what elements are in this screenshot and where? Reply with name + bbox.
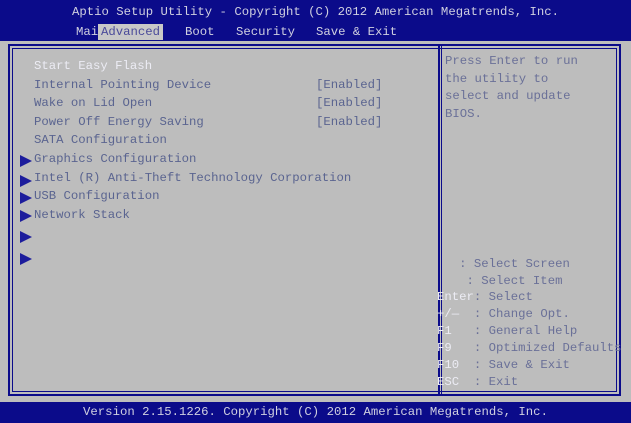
key-desc: : Select Screen — [437, 257, 570, 271]
tab-save-exit[interactable]: Save & Exit — [313, 24, 400, 40]
key-desc: : Select — [473, 290, 533, 304]
key-hint: F1 : General Help — [437, 324, 577, 338]
value-internal-pointing-device[interactable]: [Enabled] — [316, 78, 382, 92]
key-label: F10 — [437, 358, 460, 372]
key-desc: : Exit — [459, 375, 519, 389]
key-label: F9 — [437, 341, 452, 355]
tab-advanced[interactable]: Advanced — [98, 24, 164, 40]
submenu-arrow-icon — [20, 210, 32, 222]
key-label: ESC — [437, 375, 460, 389]
help-text: Press Enter to run the utility to select… — [445, 54, 578, 121]
key-desc: : General Help — [451, 324, 578, 338]
app-title: Aptio Setup Utility - Copyright (C) 2012… — [71, 5, 560, 19]
key-hint: F9 : Optimized Defaults — [437, 341, 622, 355]
header-bar: Aptio Setup Utility - Copyright (C) 2012… — [0, 0, 631, 41]
tab-boot[interactable]: Boot — [182, 24, 218, 40]
key-hint: Enter: Select — [437, 290, 533, 304]
menu-item-start-easy-flash[interactable]: Start Easy Flash — [34, 59, 152, 73]
key-desc: : Save & Exit — [459, 358, 570, 372]
submenu-arrow-icon — [20, 155, 32, 167]
submenu-arrow-icon — [20, 231, 32, 243]
key-desc: : Optimized Defaults — [451, 341, 622, 355]
tab-security[interactable]: Security — [233, 24, 298, 40]
key-label: Enter — [437, 290, 474, 304]
submenu-arrow-icon — [20, 192, 32, 204]
footer-version: Version 2.15.1226. Copyright (C) 2012 Am… — [0, 402, 631, 423]
key-desc: : Change Opt. — [459, 307, 570, 321]
menu-item-power-off-energy-saving[interactable]: Power Off Energy Saving — [34, 115, 204, 129]
menu-item-anti-theft[interactable]: Intel (R) Anti-Theft Technology Corporat… — [34, 171, 351, 185]
menu-item-graphics-configuration[interactable]: Graphics Configuration — [34, 152, 196, 166]
key-hint: : Select Screen — [437, 257, 570, 271]
key-hint: ESC : Exit — [437, 375, 518, 389]
key-hint: +/— : Change Opt. — [437, 307, 570, 321]
value-power-off-energy-saving[interactable]: [Enabled] — [316, 115, 382, 129]
main-panel: Start Easy Flash Internal Pointing Devic… — [0, 41, 631, 402]
menu-item-usb-configuration[interactable]: USB Configuration — [34, 189, 159, 203]
menu-item-network-stack[interactable]: Network Stack — [34, 208, 130, 222]
key-hint: F10 : Save & Exit — [437, 358, 570, 372]
menu-item-sata-configuration[interactable]: SATA Configuration — [34, 133, 167, 147]
key-label: +/— — [437, 307, 460, 321]
submenu-arrow-icon — [20, 175, 32, 187]
value-wake-on-lid-open[interactable]: [Enabled] — [316, 96, 382, 110]
submenu-arrow-icon — [20, 253, 32, 265]
menu-item-internal-pointing-device[interactable]: Internal Pointing Device — [34, 78, 211, 92]
key-desc: : Select Item — [437, 274, 563, 288]
key-hint: : Select Item — [437, 274, 563, 288]
menu-item-wake-on-lid-open[interactable]: Wake on Lid Open — [34, 96, 152, 110]
key-label: F1 — [437, 324, 452, 338]
